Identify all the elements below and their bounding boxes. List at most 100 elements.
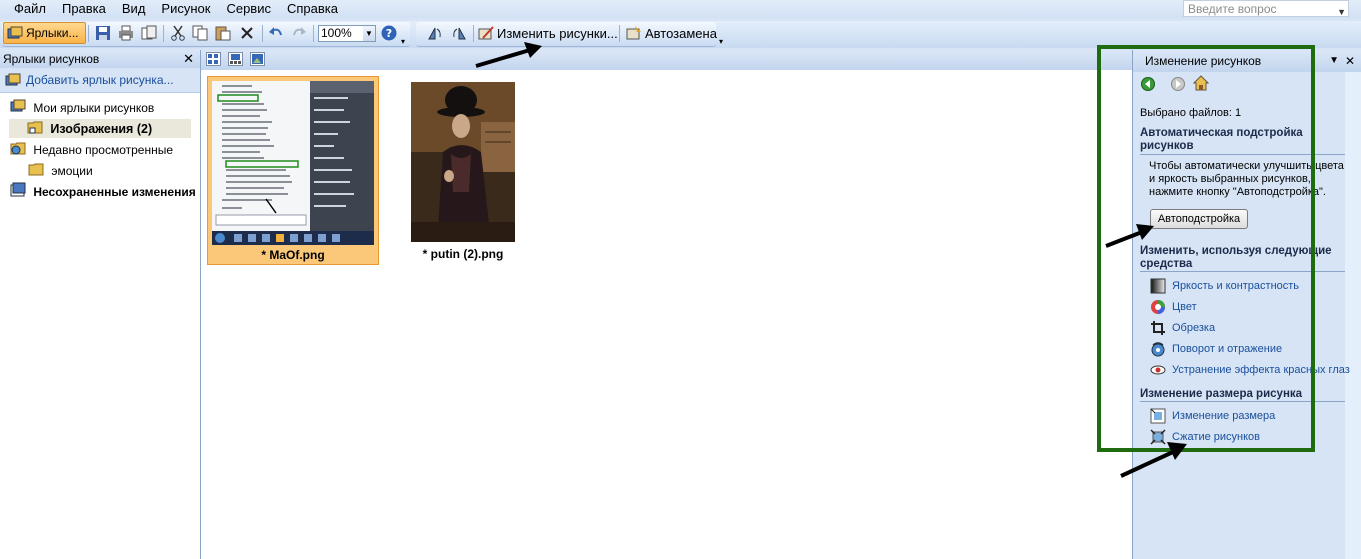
copy-button[interactable] bbox=[192, 23, 208, 43]
edit-pictures-icon bbox=[478, 25, 494, 41]
thumbnail-selected[interactable]: * MaOf.png bbox=[207, 76, 379, 265]
chevron-down-icon: ▾ bbox=[401, 36, 406, 46]
save-button[interactable] bbox=[95, 23, 111, 43]
resize-link[interactable]: Изменение размера bbox=[1150, 408, 1275, 424]
tree-label-images: Изображения (2) bbox=[50, 122, 153, 137]
menu-file[interactable]: Файл bbox=[0, 0, 54, 18]
rotate-right-button[interactable] bbox=[451, 23, 467, 43]
rotate-flip-link[interactable]: Поворот и отражение bbox=[1150, 341, 1282, 357]
menu-view[interactable]: Вид bbox=[114, 0, 154, 18]
close-icon[interactable]: ✕ bbox=[1345, 50, 1355, 72]
tree-item-unsaved[interactable]: Несохраненные изменения bbox=[10, 182, 196, 201]
cut-button[interactable] bbox=[170, 23, 186, 43]
redo-button[interactable] bbox=[291, 23, 307, 43]
view-toolbar bbox=[201, 50, 1132, 70]
menu-help[interactable]: Справка bbox=[279, 0, 346, 18]
unsaved-icon bbox=[10, 182, 26, 204]
forward-button[interactable] bbox=[1171, 77, 1185, 94]
svg-text:?: ? bbox=[386, 27, 392, 40]
print-icon bbox=[118, 25, 134, 41]
rotate-left-icon bbox=[427, 25, 443, 41]
task-pane-header: Изменение рисунков ▼ ✕ bbox=[1133, 50, 1361, 72]
compress-link[interactable]: Сжатие рисунков bbox=[1150, 429, 1260, 445]
compress-label: Сжатие рисунков bbox=[1172, 431, 1261, 443]
close-icon[interactable]: ✕ bbox=[183, 50, 194, 68]
edit-pictures-label: Изменить рисунки... bbox=[497, 25, 618, 41]
folder-icon bbox=[28, 161, 44, 183]
email-button[interactable] bbox=[141, 23, 157, 43]
red-eye-label: Устранение эффекта красных глаз bbox=[1172, 364, 1350, 376]
toolbar-separator bbox=[473, 25, 474, 42]
delete-button[interactable] bbox=[239, 23, 255, 43]
crop-link[interactable]: Обрезка bbox=[1150, 320, 1215, 336]
toolbar-separator bbox=[619, 25, 620, 42]
chevron-down-icon[interactable]: ▼ bbox=[1329, 50, 1339, 72]
red-eye-icon bbox=[1150, 362, 1166, 378]
home-button[interactable] bbox=[1192, 75, 1210, 94]
toolbar-separator bbox=[313, 25, 314, 42]
close-icon bbox=[239, 25, 255, 41]
thumbnail[interactable]: * putin (2).png bbox=[409, 80, 517, 263]
brightness-contrast-link[interactable]: Яркость и контрастность bbox=[1150, 278, 1299, 294]
auto-description: Чтобы автоматически улучшить цвета и ярк… bbox=[1149, 160, 1344, 198]
help-icon: ? bbox=[381, 25, 397, 41]
thumbnails-view-button[interactable] bbox=[206, 52, 221, 66]
filmstrip-view-button[interactable] bbox=[228, 52, 243, 66]
resize-section-heading: Изменение размера рисунка bbox=[1140, 388, 1303, 400]
thumbnail-image-putin bbox=[411, 82, 515, 242]
print-button[interactable] bbox=[118, 23, 134, 43]
task-pane-scrollbar[interactable] bbox=[1345, 72, 1361, 559]
help-search-input[interactable]: Введите вопрос ▼ bbox=[1183, 0, 1349, 17]
thumbnails-view-icon bbox=[208, 54, 218, 64]
toolbar-separator bbox=[163, 25, 164, 42]
autofix-button[interactable]: Автоподстройка bbox=[1150, 209, 1248, 229]
tree-item-images[interactable]: Изображения (2) bbox=[9, 119, 191, 138]
tree-label-emoji: эмоции bbox=[51, 164, 93, 179]
help-search-placeholder: Введите вопрос bbox=[1188, 2, 1277, 16]
color-link[interactable]: Цвет bbox=[1150, 299, 1197, 315]
brightness-icon bbox=[1150, 278, 1166, 294]
zoom-value: 100% bbox=[321, 26, 352, 40]
picture-shortcuts-pane: Ярлыки рисунков ✕ Добавить ярлык рисунка… bbox=[0, 50, 201, 559]
auto-section-heading: Автоматическая подстройка рисунков bbox=[1140, 127, 1303, 152]
zoom-select[interactable]: 100% ▼ bbox=[318, 25, 376, 42]
tree-item-emoji[interactable]: эмоции bbox=[28, 161, 93, 180]
undo-button[interactable] bbox=[268, 23, 284, 43]
add-shortcut-link[interactable]: Добавить ярлык рисунка... bbox=[0, 68, 200, 93]
task-pane-title: Изменение рисунков bbox=[1145, 54, 1262, 68]
rotate-label: Поворот и отражение bbox=[1172, 343, 1283, 355]
autocorrect-button[interactable]: Автозамена bbox=[626, 23, 717, 43]
shortcuts-button[interactable]: Ярлыки... bbox=[3, 22, 86, 44]
add-shortcut-icon bbox=[5, 72, 21, 96]
red-eye-link[interactable]: Устранение эффекта красных глаз bbox=[1150, 362, 1350, 378]
thumbnail-label: * MaOf.png bbox=[261, 248, 325, 262]
email-icon bbox=[141, 25, 157, 41]
tree-item-recent[interactable]: Недавно просмотренные bbox=[10, 140, 173, 159]
brightness-label: Яркость и контрастность bbox=[1172, 280, 1300, 292]
redo-icon bbox=[291, 25, 307, 41]
paste-button[interactable] bbox=[215, 23, 231, 43]
single-view-button[interactable] bbox=[250, 52, 265, 66]
menu-edit[interactable]: Правка bbox=[54, 0, 114, 18]
menu-tools[interactable]: Сервис bbox=[218, 0, 279, 18]
menu-picture[interactable]: Рисунок bbox=[153, 0, 218, 18]
help-button[interactable]: ? bbox=[381, 23, 397, 43]
back-button[interactable] bbox=[1141, 77, 1155, 94]
rotate-left-button[interactable] bbox=[427, 23, 443, 43]
edit-tools-heading: Изменить, используя следующие средства bbox=[1140, 245, 1332, 270]
toolbar-options-button[interactable]: ▾ bbox=[401, 31, 405, 51]
thumbnail-area: * MaOf.png * putin (2).png bbox=[201, 50, 1133, 559]
chevron-down-icon[interactable]: ▼ bbox=[363, 26, 375, 41]
folder-shortcut-icon bbox=[27, 119, 43, 141]
toolbar-options-button-2[interactable]: ▾ bbox=[719, 31, 723, 51]
tree-label-recent: Недавно просмотренные bbox=[33, 143, 174, 158]
chevron-down-icon[interactable]: ▼ bbox=[1337, 4, 1346, 21]
thumbnail-label: * putin (2).png bbox=[422, 247, 504, 261]
toolbar-separator bbox=[262, 25, 263, 42]
tree-item-my-shortcuts[interactable]: Мои ярлыки рисунков bbox=[10, 98, 154, 117]
thumbnail-image-maof bbox=[212, 81, 374, 245]
start-menu-screenshot bbox=[212, 81, 374, 245]
shortcuts-label: Ярлыки... bbox=[26, 26, 79, 40]
edit-pictures-button[interactable]: Изменить рисунки... bbox=[478, 23, 618, 43]
add-shortcut-label: Добавить ярлык рисунка... bbox=[26, 73, 174, 87]
